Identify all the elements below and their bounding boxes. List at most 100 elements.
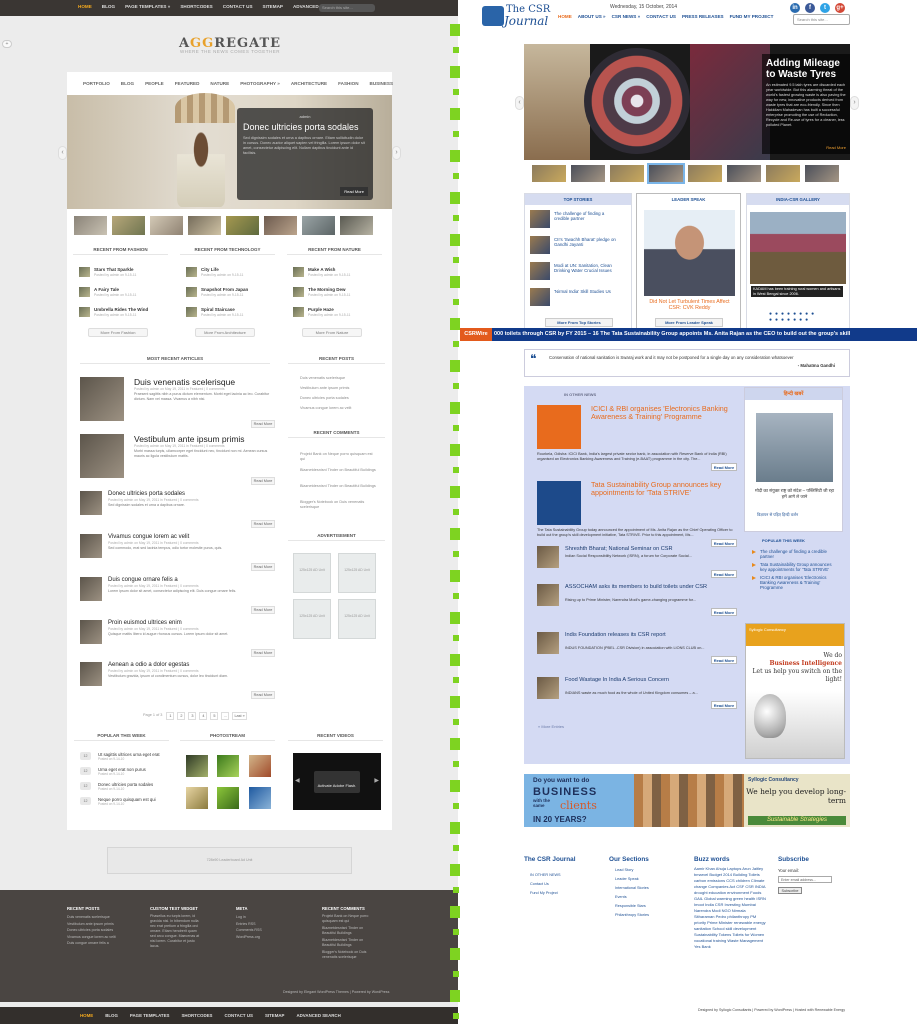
recent-post-link[interactable]: Vestibulum ante ipsum primis — [300, 386, 349, 390]
news-title[interactable]: Indis Foundation releases its CSR report — [565, 632, 737, 638]
article-item[interactable]: Duis venenatis scelerisque Posted by admi… — [80, 377, 275, 428]
photo-thumb[interactable] — [186, 787, 208, 809]
news-thumbnail[interactable] — [537, 677, 559, 699]
page-link[interactable]: 5 — [210, 712, 219, 720]
google-plus-icon[interactable]: g+ — [835, 3, 845, 13]
photo-thumb[interactable] — [217, 755, 239, 777]
more-top-stories-button[interactable]: More From Top Stories — [545, 318, 613, 327]
article-title[interactable]: Duis venenatis scelerisque — [134, 377, 235, 387]
article-title[interactable]: Duis congue ornare felis a — [108, 577, 178, 583]
twitter-icon[interactable]: t — [820, 3, 830, 13]
slide-thumb[interactable] — [226, 216, 259, 235]
post-title[interactable]: A Fairy Tale — [94, 287, 119, 292]
news-item[interactable]: Indis Foundation releases its CSR report… — [537, 632, 737, 666]
ad-unit[interactable]: 125x125 AD Unit — [293, 553, 331, 593]
slide-thumb[interactable] — [688, 165, 722, 182]
read-more-button[interactable]: Read More — [251, 420, 275, 428]
news-item[interactable]: Tata Sustainability Group announces key … — [537, 481, 737, 547]
footer-link[interactable]: Blaznetdesnisni Tinder on Beautiful Buil… — [322, 938, 378, 948]
article-thumbnail[interactable] — [80, 534, 102, 558]
article-title[interactable]: Proin euismod ultrices enim — [108, 620, 182, 626]
more-leader-speak-button[interactable]: More From Leader Speak — [655, 318, 723, 327]
slide-thumb[interactable] — [302, 216, 335, 235]
news-title[interactable]: Food Wastage In India A Serious Concern — [565, 677, 737, 683]
footer-link[interactable]: Donec ultricies porta sodales — [67, 927, 116, 934]
footer-link[interactable]: Projekt Bank on Neque porro quisquam est… — [322, 914, 378, 924]
leaderboard-ad[interactable]: 728x90 Leaderboard Ad Unit — [107, 847, 352, 874]
more-entries-link[interactable]: « More Entries — [538, 724, 564, 729]
footer-link[interactable]: Fund My Project — [530, 891, 558, 895]
top-story-item[interactable]: Modi at UN: Sanitation, Clean Drinking W… — [530, 262, 626, 282]
popular-item[interactable]: 12 Neque porro quisquam est qui Posted on … — [80, 797, 170, 809]
hindi-headline[interactable]: मोदी का संयुक्त राष्ट्र को संदेश – पब्लि… — [753, 488, 836, 500]
page-link[interactable]: ... — [221, 712, 230, 720]
nav-item[interactable]: SITEMAP — [263, 4, 283, 9]
slide-thumb[interactable] — [112, 216, 145, 235]
post-title[interactable]: Make A Wish — [308, 267, 335, 272]
slider-next-arrow-icon[interactable]: › — [850, 96, 859, 110]
footer-link[interactable]: International Stories — [615, 886, 649, 890]
more-from-section-button[interactable]: More From Architecture — [195, 328, 255, 337]
article-thumbnail[interactable] — [80, 434, 124, 478]
nav-item[interactable]: BLOG — [102, 4, 115, 9]
list-item[interactable]: Purple Haze Posted by admin on 9-15-11 — [293, 307, 383, 317]
nav-item[interactable]: SHORTCODES — [180, 4, 212, 9]
footer-link[interactable]: Blogger's Notebook on Duis venenatis sce… — [322, 950, 378, 960]
nav-item[interactable]: PRESS RELEASES — [682, 14, 724, 19]
popular-item[interactable]: ICICI & RBI organises 'Electronics Banki… — [750, 575, 838, 590]
news-thumbnail[interactable] — [537, 405, 581, 449]
gallery-photo[interactable] — [750, 212, 846, 284]
recent-comment-link[interactable]: Blogger's Notebook on Duis venenatis sce… — [300, 500, 378, 510]
nav-item[interactable]: HOME — [78, 4, 92, 9]
top-story-item[interactable]: CII's 'Swachh Bharat' pledge on Gandhi J… — [530, 236, 626, 256]
slide-read-more-link[interactable]: Read More — [826, 145, 846, 150]
article-title[interactable]: Vivamus congue lorem ac velit — [108, 534, 189, 540]
more-from-section-button[interactable]: More From Fashion — [88, 328, 148, 337]
category-item[interactable]: BLOG — [121, 81, 134, 86]
bottom-nav-item[interactable]: ADVANCED SEARCH — [296, 1013, 340, 1018]
news-item[interactable]: ASSOCHAM asks its members to build toile… — [537, 584, 737, 618]
category-item[interactable]: PEOPLE — [145, 81, 164, 86]
list-item[interactable]: Spiral Staircase Posted by admin on 9-15-… — [186, 307, 276, 317]
nav-item[interactable]: CSR NEWS » — [612, 14, 641, 19]
search-input[interactable]: Search this site... — [319, 4, 375, 12]
read-more-button[interactable]: Read More — [711, 656, 737, 664]
bottom-nav-item[interactable]: BLOG — [105, 1013, 118, 1018]
footer-link[interactable]: IN OTHER NEWS — [530, 873, 561, 877]
linkedin-icon[interactable]: in — [790, 3, 800, 13]
recent-comment-link[interactable]: Projekt Bank on Neque porro quisquam est… — [300, 452, 378, 462]
article-title[interactable]: Aenean a odio a dolor egestas — [108, 662, 189, 668]
article-title[interactable]: Donec ultricies porta sodales — [108, 491, 185, 497]
story-thumbnail[interactable] — [530, 210, 550, 228]
read-more-button[interactable]: Read More — [711, 463, 737, 471]
post-thumbnail[interactable] — [186, 267, 197, 277]
news-item[interactable]: ICICI & RBI organises 'Electronics Banki… — [537, 405, 737, 471]
expand-icon[interactable]: + — [2, 40, 12, 48]
slider-prev-arrow-icon[interactable]: ‹ — [58, 146, 67, 160]
story-thumbnail[interactable] — [530, 262, 550, 280]
article-item[interactable]: Vestibulum ante ipsum primis Posted by ad… — [80, 434, 275, 485]
read-more-button[interactable]: Read More — [711, 570, 737, 578]
read-more-button[interactable]: Read More — [251, 520, 275, 528]
ad-unit[interactable]: 125x125 AD Unit — [338, 553, 376, 593]
bottom-nav-item[interactable]: CONTACT US — [224, 1013, 252, 1018]
post-thumbnail[interactable] — [293, 307, 304, 317]
news-thumbnail[interactable] — [537, 632, 559, 654]
bottom-nav-item[interactable]: HOME — [80, 1013, 93, 1018]
page-link[interactable]: Last » — [232, 712, 247, 720]
read-more-button[interactable]: Read More — [251, 691, 275, 699]
recent-comment-link[interactable]: Blaznetdesnisni Tinder on Beautiful Buil… — [300, 484, 378, 489]
hindi-links[interactable]: विज्ञापन से पहिए हिन्दी वर्जन — [757, 512, 798, 518]
category-item[interactable]: PHOTOGRAPHY » — [240, 81, 280, 86]
list-item[interactable]: City Life Posted by admin on 9-15-11 — [186, 267, 276, 277]
footer-link[interactable]: Events — [615, 895, 627, 899]
slide-thumb[interactable] — [188, 216, 221, 235]
post-thumbnail[interactable] — [186, 287, 197, 297]
article-thumbnail[interactable] — [80, 662, 102, 686]
slide-thumb[interactable] — [610, 165, 644, 182]
news-title[interactable]: ICICI & RBI organises 'Electronics Banki… — [591, 405, 737, 421]
popular-item[interactable]: 12 Ut sagittis ultrices urna eget erat Pos… — [80, 752, 170, 764]
popular-item[interactable]: The challenge of finding a credible part… — [750, 549, 838, 559]
news-title[interactable]: ASSOCHAM asks its members to build toile… — [565, 584, 737, 590]
featured-slider[interactable]: Adding Mileage to Waste Tyres An estimat… — [524, 44, 850, 160]
